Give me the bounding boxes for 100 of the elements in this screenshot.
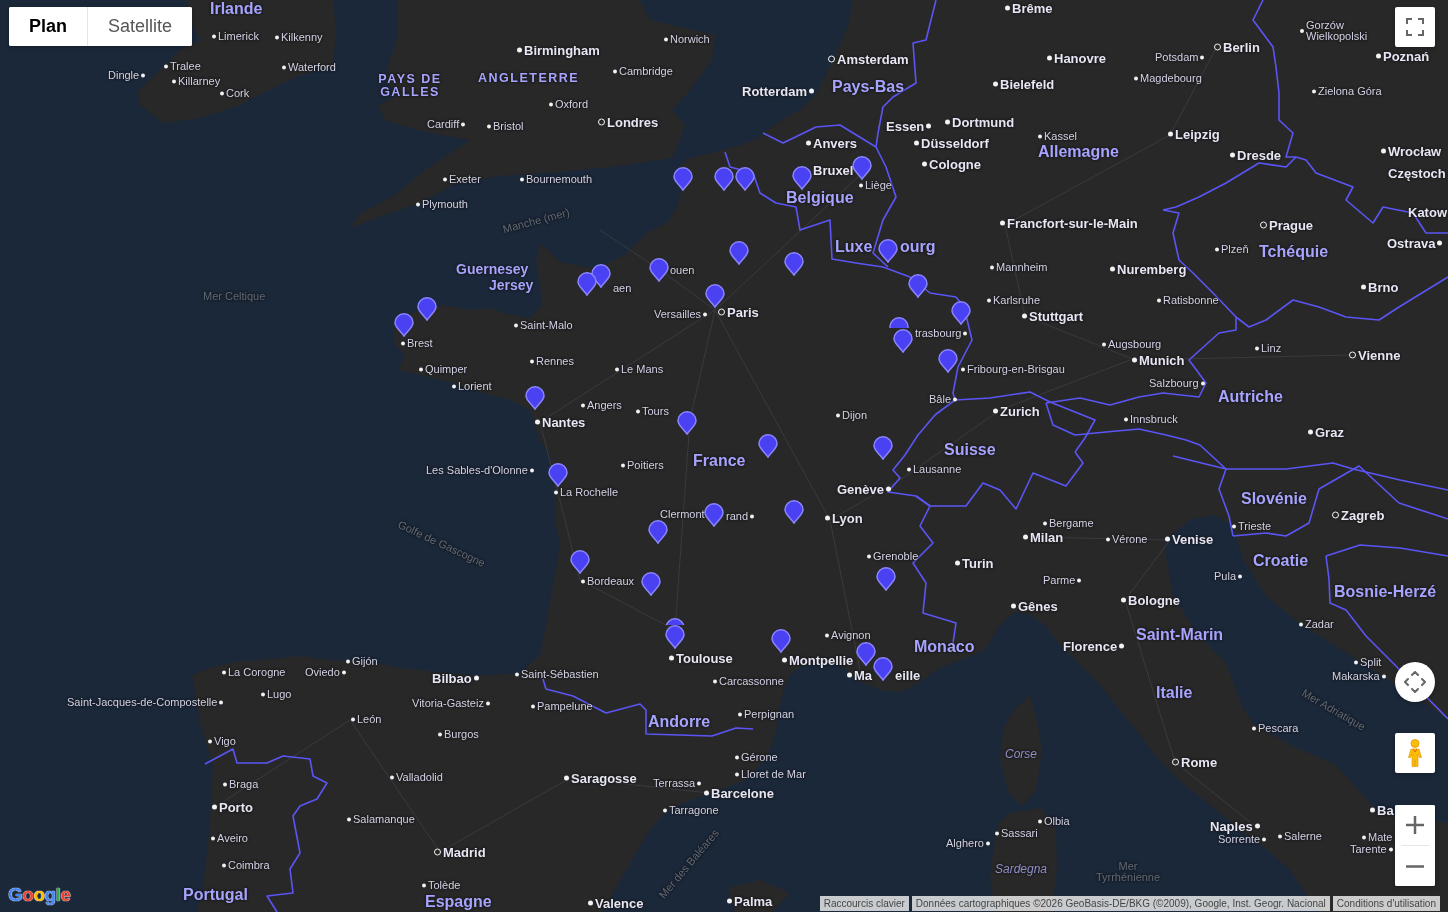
town-label: Valladolid [396, 771, 443, 783]
keyboard-shortcuts-button[interactable]: Raccourcis clavier [819, 896, 909, 911]
town-label: Exeter [449, 173, 481, 185]
town-label: Zielona Góra [1318, 85, 1382, 97]
town-label: Oxford [555, 98, 588, 110]
town-label: ouen [670, 264, 695, 276]
city-label: Ba [1377, 803, 1394, 817]
map-marker-icon[interactable] [665, 618, 685, 625]
city-label: Essen [886, 119, 925, 133]
map-marker-icon[interactable] [570, 550, 590, 574]
map-marker-icon[interactable] [548, 463, 568, 487]
town-label: Gérone [741, 751, 778, 763]
country-label: Croatie [1253, 553, 1309, 569]
town-label: Braga [229, 778, 259, 790]
map-marker-icon[interactable] [784, 252, 804, 276]
town-label: Bordeaux [587, 575, 635, 587]
country-label: Luxe [835, 239, 873, 255]
town-label: Cambridge [619, 65, 673, 77]
town-label: La Corogne [228, 666, 286, 678]
town-label: La Rochelle [560, 486, 619, 498]
map-marker-icon[interactable] [673, 167, 693, 191]
city-label: Wrocław [1388, 144, 1442, 158]
map-marker-icon[interactable] [938, 349, 958, 373]
town-label: Saint-Malo [520, 319, 573, 331]
town-label: Pampelune [537, 700, 593, 712]
city-label: Saragosse [571, 771, 637, 785]
zoom-in-button[interactable] [1395, 805, 1435, 845]
town-label: Lloret de Mar [741, 768, 806, 780]
map-marker-icon[interactable] [591, 264, 611, 288]
map-marker-icon[interactable] [889, 317, 909, 328]
map-marker-icon[interactable] [525, 386, 545, 410]
region-label: PAYS DE GALLES [377, 72, 443, 98]
city-label: Katow [1408, 205, 1447, 219]
town-label: Plzeň [1221, 243, 1249, 255]
town-label: Pescara [1258, 722, 1299, 734]
map-type-tab[interactable]: Plan [9, 7, 87, 46]
fullscreen-button[interactable] [1395, 7, 1435, 47]
map-marker-icon[interactable] [876, 567, 896, 591]
map-marker-icon[interactable] [577, 272, 597, 296]
town-label: Tours [642, 405, 669, 417]
town-label: Vitoria-Gasteiz [412, 697, 484, 709]
map-marker-icon[interactable] [714, 167, 734, 191]
town-label: Mate [1368, 831, 1393, 843]
town-label: trasbourg [915, 327, 962, 339]
town-label: Tralee [170, 60, 201, 72]
map-marker-icon[interactable] [735, 167, 755, 191]
map-marker-icon[interactable] [852, 156, 872, 180]
city-label: Nuremberg [1117, 262, 1187, 276]
town-label: Salzbourg [1149, 377, 1199, 389]
map-marker-icon[interactable] [792, 166, 812, 190]
town-label: Pula [1214, 570, 1237, 582]
terms-link[interactable]: Conditions d'utilisation [1332, 896, 1440, 911]
sea-label: Mer Tyrrhénienne [1094, 861, 1162, 883]
town-label: Augsbourg [1108, 338, 1162, 350]
map-marker-icon[interactable] [704, 503, 724, 527]
city-label: Birmingham [524, 43, 600, 57]
minus-icon [1406, 864, 1424, 868]
city-label: Rotterdam [742, 84, 807, 98]
town-label: Parme [1043, 574, 1076, 586]
map-marker-icon[interactable] [641, 572, 661, 596]
map-marker-icon[interactable] [729, 241, 749, 265]
map-marker-icon[interactable] [758, 434, 778, 458]
city-label: Brno [1368, 280, 1399, 294]
town-label: Quimper [425, 363, 468, 375]
town-label: Coimbra [228, 859, 270, 871]
map-marker-icon[interactable] [648, 520, 668, 544]
logo[interactable]: Google [8, 885, 71, 904]
map-marker-icon[interactable] [649, 258, 669, 282]
country-label: Slovénie [1241, 491, 1307, 507]
town-label: Limerick [218, 30, 259, 42]
town-label: Vigo [214, 735, 236, 747]
town-label: Magdebourg [1140, 72, 1202, 84]
zoom-out-button[interactable] [1395, 846, 1435, 886]
region-label: ANGLETERRE [478, 71, 580, 85]
town-label: Perpignan [744, 708, 795, 720]
map-type-tab[interactable]: Satellite [87, 7, 193, 46]
town-label: Grenoble [873, 550, 919, 562]
map-marker-icon[interactable] [878, 239, 898, 263]
town-label: Sassari [1001, 827, 1038, 839]
map-marker-icon[interactable] [784, 500, 804, 524]
map-marker-icon[interactable] [705, 284, 725, 308]
city-label: Prague [1269, 218, 1314, 232]
map-marker-icon[interactable] [873, 657, 893, 681]
map-marker-icon[interactable] [951, 301, 971, 325]
town-label: Vérone [1112, 533, 1148, 545]
map-marker-icon[interactable] [873, 436, 893, 460]
city-label: Barcelone [711, 786, 774, 800]
city-label: Rome [1181, 755, 1218, 769]
town-label: Innsbruck [1130, 413, 1178, 425]
town-label: Split [1360, 656, 1382, 668]
town-label: Salamanque [353, 813, 415, 825]
map-marker-icon[interactable] [394, 313, 414, 337]
map-marker-icon[interactable] [908, 274, 928, 298]
sea-label: Manche (mer) [501, 206, 571, 236]
map-marker-icon[interactable] [856, 642, 876, 666]
fullscreen-icon [1406, 18, 1424, 36]
map-marker-icon[interactable] [417, 297, 437, 321]
map-marker-icon[interactable] [771, 629, 791, 653]
map-marker-icon[interactable] [677, 411, 697, 435]
city-label: Montpellie [789, 653, 854, 667]
